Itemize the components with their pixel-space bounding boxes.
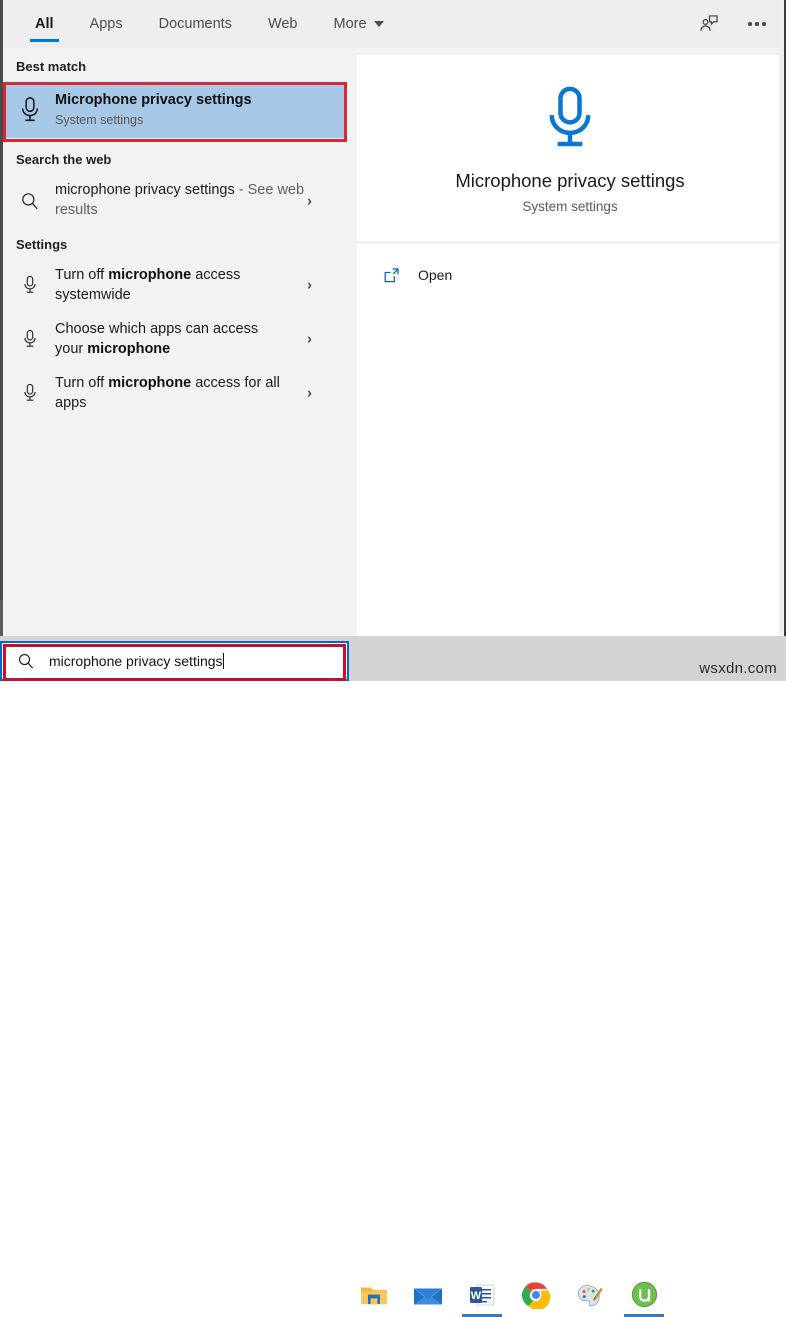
settings-item-1-keyword: microphone — [87, 341, 170, 357]
settings-item-2-text: Turn off microphone access for all apps — [55, 373, 348, 413]
chevron-right-icon[interactable]: › — [307, 193, 312, 210]
word-icon: W — [468, 1281, 496, 1309]
taskbar-chrome-button[interactable] — [520, 1272, 552, 1317]
preview-card: Microphone privacy settings System setti… — [357, 55, 783, 241]
tab-more[interactable]: More — [316, 0, 402, 48]
open-action-label: Open — [418, 267, 452, 283]
chevron-right-icon[interactable]: › — [307, 277, 312, 294]
settings-item-2[interactable]: Turn off microphone access for all apps … — [3, 368, 348, 418]
microphone-icon — [5, 328, 55, 350]
tab-all[interactable]: All — [17, 0, 72, 48]
tab-web-label: Web — [268, 16, 298, 32]
mail-icon — [412, 1282, 444, 1308]
tab-apps[interactable]: Apps — [72, 0, 141, 48]
microphone-icon — [5, 95, 55, 125]
tab-documents-label: Documents — [159, 16, 232, 32]
watermark-text: wsxdn.com — [699, 660, 777, 677]
settings-item-0-text: Turn off microphone access systemwide — [55, 265, 348, 305]
search-icon — [14, 652, 38, 670]
search-input[interactable]: microphone privacy settings — [49, 653, 224, 669]
settings-item-1[interactable]: Choose which apps can access your microp… — [3, 314, 348, 364]
chevron-right-icon[interactable]: › — [307, 385, 312, 402]
tab-all-label: All — [35, 16, 54, 32]
preview-actions: Open — [357, 244, 783, 636]
windows-search-screen: All Apps Documents Web More — [0, 0, 786, 681]
microphone-icon — [5, 382, 55, 404]
chevron-down-icon — [374, 21, 384, 27]
microphone-icon — [539, 83, 601, 160]
web-result-query: microphone privacy settings — [55, 182, 235, 198]
best-match-item[interactable]: Microphone privacy settings System setti… — [5, 82, 345, 138]
ellipsis-glyph — [748, 22, 766, 26]
search-tabs: All Apps Documents Web More — [17, 0, 402, 48]
chevron-right-icon[interactable]: › — [307, 331, 312, 348]
open-action-row[interactable]: Open — [357, 258, 783, 292]
open-external-icon — [382, 266, 408, 285]
section-best-match-label: Best match — [3, 48, 348, 82]
taskbar-paint-button[interactable] — [574, 1272, 606, 1317]
settings-item-2-keyword: microphone — [108, 375, 191, 391]
preview-subtitle: System settings — [522, 199, 617, 214]
feedback-icon[interactable] — [696, 11, 722, 37]
web-result-text: microphone privacy settings - See web re… — [55, 181, 348, 220]
paint-icon — [576, 1282, 604, 1308]
more-options-icon[interactable] — [744, 11, 770, 37]
settings-item-0[interactable]: Turn off microphone access systemwide › — [3, 260, 348, 310]
svg-text:W: W — [471, 1290, 482, 1302]
taskbar-word-button[interactable]: W — [466, 1272, 498, 1317]
section-settings-label: Settings — [3, 227, 348, 260]
tab-web[interactable]: Web — [250, 0, 316, 48]
chrome-icon — [522, 1281, 550, 1309]
taskbar-utorrent-button[interactable] — [628, 1272, 660, 1317]
search-flyout: All Apps Documents Web More — [3, 0, 786, 636]
header-actions — [696, 0, 770, 48]
best-match-title: Microphone privacy settings — [55, 91, 345, 109]
file-explorer-icon — [359, 1282, 389, 1308]
tab-more-label: More — [334, 16, 367, 32]
taskbar-search-inner[interactable]: microphone privacy settings — [2, 643, 347, 679]
search-input-value: microphone privacy settings — [49, 653, 223, 669]
tab-apps-label: Apps — [90, 16, 123, 32]
microphone-icon — [5, 274, 55, 296]
text-cursor — [223, 653, 224, 669]
settings-item-0-keyword: microphone — [108, 267, 191, 283]
settings-item-1-text: Choose which apps can access your microp… — [55, 319, 348, 359]
search-icon — [5, 191, 55, 211]
preview-column: Microphone privacy settings System setti… — [348, 48, 779, 636]
search-tabbar: All Apps Documents Web More — [3, 0, 786, 49]
best-match-text: Microphone privacy settings System setti… — [55, 91, 345, 128]
settings-item-2-pre: Turn off — [55, 375, 108, 391]
web-result-item[interactable]: microphone privacy settings - See web re… — [3, 175, 348, 227]
settings-item-0-pre: Turn off — [55, 267, 108, 283]
best-match-wrapper: Microphone privacy settings System setti… — [3, 82, 348, 138]
results-column: Best match Microphone privacy settings S — [3, 48, 348, 636]
taskbar-file-explorer-button[interactable] — [358, 1272, 390, 1317]
best-match-subtitle: System settings — [55, 111, 345, 129]
taskbar-mail-button[interactable] — [412, 1272, 444, 1317]
taskbar-app-icons: W — [358, 1272, 660, 1317]
preview-title: Microphone privacy settings — [455, 170, 684, 192]
section-search-web-label: Search the web — [3, 138, 348, 175]
tab-documents[interactable]: Documents — [141, 0, 250, 48]
utorrent-icon — [631, 1281, 658, 1308]
taskbar-search-box[interactable]: microphone privacy settings — [0, 641, 349, 681]
